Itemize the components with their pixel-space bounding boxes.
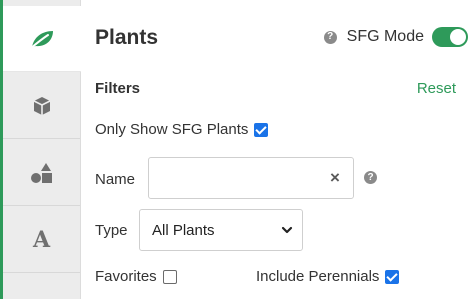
toggle-knob	[450, 29, 466, 45]
help-icon[interactable]: ?	[323, 30, 337, 44]
filters-heading: Filters	[95, 80, 141, 97]
only-sfg-checkbox[interactable]	[254, 122, 269, 137]
favorites-label: Favorites	[95, 268, 157, 285]
favorites-checkbox[interactable]	[162, 269, 177, 284]
letter-a-icon: A	[32, 226, 51, 253]
page-title: Plants	[95, 26, 159, 49]
sfg-mode-toggle[interactable]	[432, 27, 468, 47]
type-select-value: All Plants	[152, 221, 215, 239]
reset-button[interactable]: Reset	[417, 80, 456, 97]
plants-panel: Plants ? SFG Mode Filters Reset Only Sho…	[81, 0, 468, 299]
tab-text[interactable]: A	[3, 207, 80, 273]
tab-plants[interactable]	[3, 6, 81, 72]
chevron-down-icon	[281, 226, 293, 234]
leaf-icon	[30, 30, 53, 49]
tool-sidebar: A	[0, 0, 81, 299]
type-select[interactable]: All Plants	[139, 209, 303, 251]
cube-icon	[33, 96, 50, 115]
name-input[interactable]	[148, 157, 354, 199]
shapes-icon	[30, 162, 52, 183]
favorites-row: Favorites	[95, 268, 177, 285]
sfg-mode-label: SFG Mode	[346, 28, 424, 45]
clear-icon[interactable]: ×	[330, 168, 340, 188]
only-sfg-label: Only Show SFG Plants	[95, 121, 249, 138]
only-sfg-row: Only Show SFG Plants	[95, 121, 269, 138]
tab-shapes[interactable]	[3, 140, 80, 206]
name-label: Name	[95, 171, 136, 188]
type-label: Type	[95, 222, 128, 239]
include-perennials-row: Include Perennials	[256, 268, 400, 285]
name-help-icon[interactable]: ?	[364, 171, 377, 184]
sfg-mode-control: ? SFG Mode	[323, 27, 468, 47]
include-perennials-checkbox[interactable]	[385, 269, 400, 284]
tab-objects[interactable]	[3, 73, 80, 139]
include-perennials-label: Include Perennials	[256, 268, 380, 285]
